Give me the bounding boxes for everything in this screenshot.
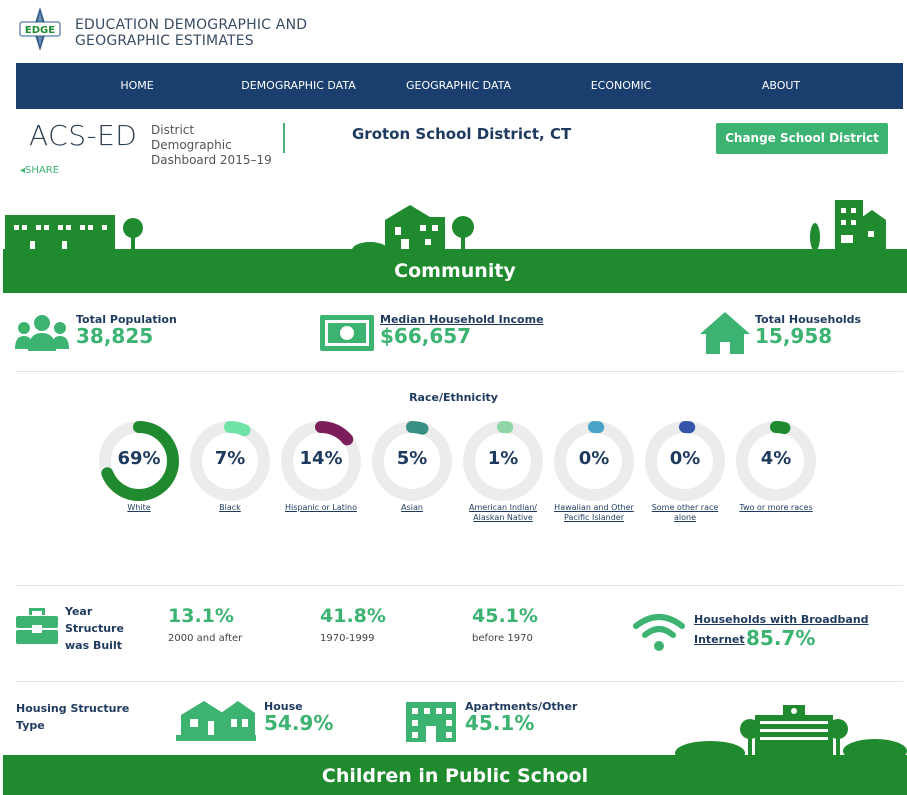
apartment-icon xyxy=(406,702,456,742)
year-built-2000-value: 13.1% xyxy=(168,605,234,627)
race-percent: 0% xyxy=(578,448,610,469)
nav-about[interactable]: ABOUT xyxy=(736,63,826,109)
dashboard-subtitle-line1: District Demographic xyxy=(151,123,232,152)
dashboard-subtitle-line2: Dashboard 2015–19 xyxy=(151,153,272,167)
total-population-value: 38,825 xyxy=(76,324,154,348)
race-percent: 4% xyxy=(760,448,792,469)
wifi-icon xyxy=(633,614,685,651)
acs-ed-title: ACS-ED xyxy=(29,119,138,152)
people-icon xyxy=(15,315,69,351)
divider xyxy=(16,585,903,586)
main-nav: HOME DEMOGRAPHIC DATA GEOGRAPHIC DATA EC… xyxy=(16,63,903,109)
race-ethnicity-title: Race/Ethnicity xyxy=(409,391,498,404)
share-link[interactable]: ◂SHARE xyxy=(20,165,59,176)
race-percent: 69% xyxy=(117,448,161,469)
house-icon xyxy=(700,312,750,354)
house-value: 54.9% xyxy=(264,711,334,735)
children-section-header: Children in Public School xyxy=(3,755,907,795)
nav-economic[interactable]: ECONOMIC xyxy=(566,63,676,109)
dashboard-subtitle: District Demographic Dashboard 2015–19 xyxy=(151,123,285,167)
nav-geographic-data[interactable]: GEOGRAPHIC DATA xyxy=(391,63,526,109)
race-label-link[interactable]: Black xyxy=(189,503,271,513)
nav-home[interactable]: HOME xyxy=(87,63,187,109)
money-icon xyxy=(320,315,374,351)
toolbox-icon xyxy=(16,608,58,644)
race-label-link[interactable]: Some other race alone xyxy=(644,503,726,523)
race-percent: 0% xyxy=(669,448,701,469)
race-label-link[interactable]: Hawaiian and Other Pacific Islander xyxy=(553,503,635,523)
nav-demographic-data[interactable]: DEMOGRAPHIC DATA xyxy=(226,63,371,109)
divider xyxy=(16,681,903,682)
logo-text: EDGE xyxy=(25,25,55,36)
year-built-before-1970-value: 45.1% xyxy=(472,605,538,627)
broadband-link-line1[interactable]: Households with Broadband xyxy=(694,613,869,626)
race-label-link[interactable]: Two or more races xyxy=(735,503,817,513)
race-label-link[interactable]: American Indian/ Alaskan Native xyxy=(462,503,544,523)
race-percent: 5% xyxy=(396,448,428,469)
site-title-line1: EDUCATION DEMOGRAPHIC AND xyxy=(75,17,308,33)
house-type-icon xyxy=(176,701,256,741)
school-illustration xyxy=(675,705,907,757)
housing-structure-type-label: Housing Structure Type xyxy=(16,702,130,732)
year-built-2000-label: 2000 and after xyxy=(168,633,243,644)
share-label: SHARE xyxy=(25,165,60,176)
community-section-header: Community xyxy=(3,249,907,293)
year-built-1970-label: 1970-1999 xyxy=(320,633,375,644)
broadband-link-line2[interactable]: Internet xyxy=(694,633,745,646)
race-label-link[interactable]: White xyxy=(98,503,180,513)
race-percent: 1% xyxy=(487,448,519,469)
year-built-before-1970-label: before 1970 xyxy=(472,633,533,644)
race-label-link[interactable]: Hispanic or Latino xyxy=(280,503,362,513)
site-title[interactable]: EDUCATION DEMOGRAPHIC AND GEOGRAPHIC EST… xyxy=(75,17,307,49)
change-district-button[interactable]: Change School District xyxy=(716,123,888,154)
broadband-value: 85.7% xyxy=(746,626,816,650)
median-income-value: $66,657 xyxy=(380,324,472,348)
apartments-value: 45.1% xyxy=(465,711,535,735)
year-structure-built-label: Year Structure was Built xyxy=(65,605,124,652)
community-skyline-illustration xyxy=(5,200,886,255)
district-name: Groton School District, CT xyxy=(352,125,572,143)
divider xyxy=(16,371,903,372)
edge-logo[interactable]: EDGE xyxy=(14,6,66,52)
race-percent: 14% xyxy=(299,448,343,469)
year-built-1970-value: 41.8% xyxy=(320,605,386,627)
race-label-link[interactable]: Asian xyxy=(371,503,453,513)
total-households-value: 15,958 xyxy=(755,324,833,348)
race-percent: 7% xyxy=(214,448,246,469)
site-title-line2: GEOGRAPHIC ESTIMATES xyxy=(75,33,254,49)
